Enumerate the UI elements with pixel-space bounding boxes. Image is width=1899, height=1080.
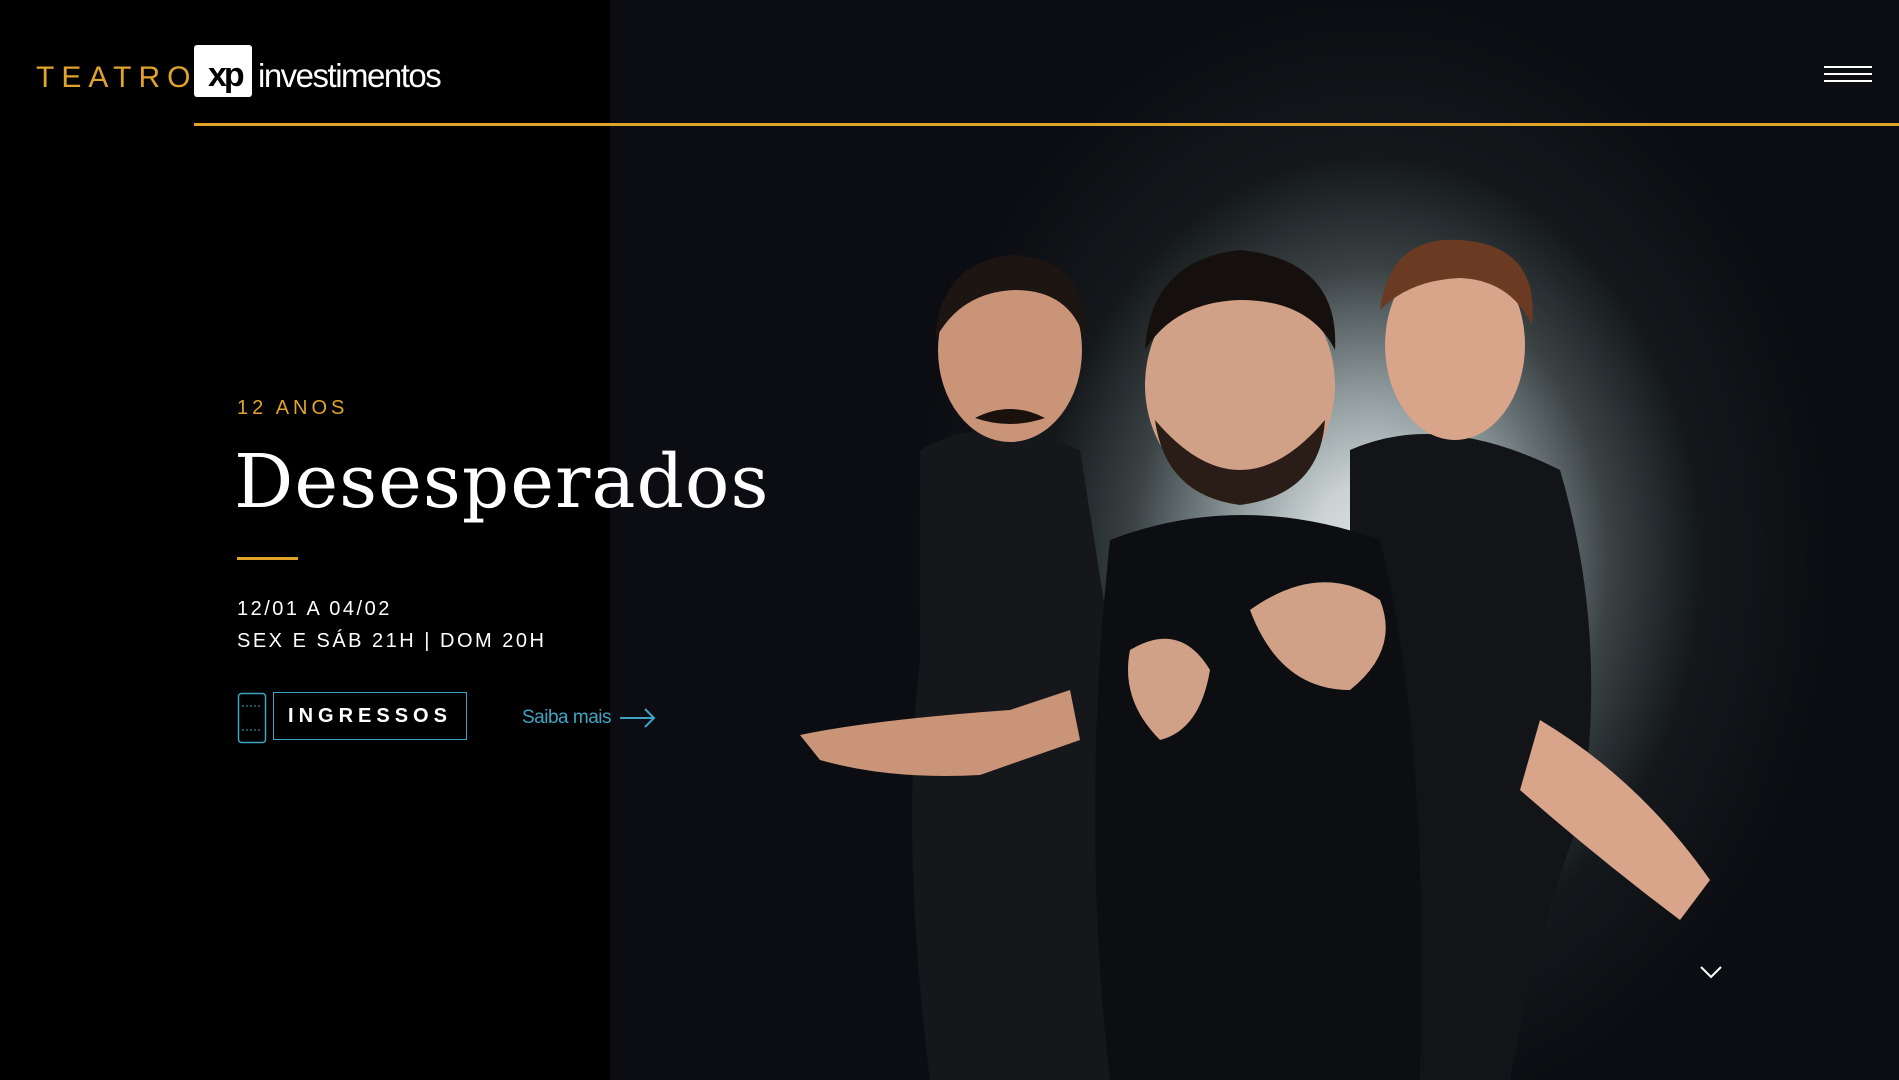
left-panel	[0, 0, 610, 1080]
title-underline	[237, 557, 298, 560]
logo-investimentos[interactable]: investimentos	[258, 56, 442, 96]
logo-xp[interactable]: xp	[194, 45, 252, 97]
show-title: Desesperados	[234, 439, 770, 525]
hamburger-icon-line-1	[1824, 66, 1872, 68]
ticket-icon	[237, 692, 267, 744]
logo-xp-text: xp	[208, 56, 245, 94]
more-info-link[interactable]: Saiba mais	[522, 704, 657, 732]
age-rating: 12 ANOS	[237, 397, 349, 419]
show-dates: 12/01 A 04/02	[237, 598, 392, 620]
show-times: SEX E SÁB 21H | DOM 20H	[237, 630, 547, 652]
logo-teatro[interactable]: TEATRO	[36, 60, 197, 96]
arrow-right-icon	[620, 708, 656, 728]
hamburger-icon-line-2	[1824, 73, 1872, 75]
tickets-button[interactable]: INGRESSOS	[237, 692, 469, 744]
hamburger-icon-line-3	[1824, 80, 1872, 82]
page: TEATRO xp investimentos 12 ANOS Desesper…	[0, 0, 1899, 1080]
menu-button[interactable]	[1820, 62, 1874, 88]
header-divider	[194, 123, 1899, 126]
hero-photo	[800, 239, 1710, 1080]
more-info-label: Saiba mais	[522, 707, 612, 728]
chevron-down-icon[interactable]	[1698, 960, 1724, 984]
tickets-label: INGRESSOS	[273, 692, 467, 740]
